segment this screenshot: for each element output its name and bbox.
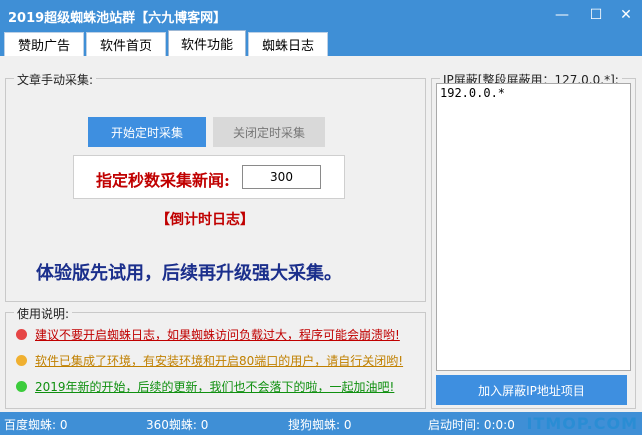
start-timed-collect-button[interactable]: 开始定时采集 (88, 117, 206, 147)
sogou-spider-count: 搜狗蜘蛛: 0 (288, 418, 352, 432)
minimize-icon: — (555, 7, 569, 23)
trial-notice: 体验版先试用，后续再升级强大采集。 (36, 263, 342, 284)
yellow-dot-icon (16, 354, 27, 366)
minimize-button[interactable]: — (546, 0, 578, 30)
interval-label: 指定秒数采集新闻: (96, 171, 230, 190)
maximize-button[interactable]: ☐ (580, 0, 612, 30)
usage-group: 使用说明: 建议不要开启蜘蛛日志，如果蜘蛛访问负载过大，程序可能会崩溃哟! 软件… (5, 305, 426, 409)
usage-line-2: 软件已集成了环境，有安装环境和开启80端口的用户，请自行关闭哟! (16, 351, 403, 369)
close-button[interactable]: ✕ (610, 0, 642, 30)
interval-box: 指定秒数采集新闻: 300 (73, 155, 345, 199)
red-dot-icon (16, 328, 27, 340)
360-spider-count: 360蜘蛛: 0 (146, 418, 209, 432)
tab-home[interactable]: 软件首页 (86, 32, 166, 56)
usage-text-3: 2019年新的开始，后续的更新，我们也不会落下的啦，一起加油吧! (35, 379, 395, 394)
tab-sponsor-ads[interactable]: 赞助广告 (4, 32, 84, 56)
stop-timed-collect-button[interactable]: 关闭定时采集 (213, 117, 325, 147)
usage-text-2: 软件已集成了环境，有安装环境和开启80端口的用户，请自行关闭哟! (35, 353, 404, 368)
collect-legend: 文章手动采集: (14, 71, 97, 88)
usage-line-1: 建议不要开启蜘蛛日志，如果蜘蛛访问负载过大，程序可能会崩溃哟! (16, 325, 400, 343)
ip-block-group: IP屏蔽[整段屏蔽用：127.0.0.*]: 192.0.0.* 加入屏蔽IP地… (431, 71, 636, 409)
watermark-logo: ITMOP.COM (526, 414, 638, 433)
countdown-log-label: 【倒计时日志】 (156, 212, 254, 228)
tab-spider-log[interactable]: 蜘蛛日志 (248, 32, 328, 56)
title-bar: 2019超级蜘蛛池站群【六九博客网】 — ☐ ✕ (0, 0, 642, 30)
tab-features[interactable]: 软件功能 (168, 30, 246, 56)
baidu-spider-count: 百度蜘蛛: 0 (4, 418, 68, 432)
window-title: 2019超级蜘蛛池站群【六九博客网】 (8, 11, 227, 26)
maximize-icon: ☐ (589, 7, 603, 23)
collect-group: 文章手动采集: 开始定时采集 关闭定时采集 指定秒数采集新闻: 300 【倒计时… (5, 71, 426, 302)
usage-line-3: 2019年新的开始，后续的更新，我们也不会落下的啦，一起加油吧! (16, 377, 394, 395)
content-area: 文章手动采集: 开始定时采集 关闭定时采集 指定秒数采集新闻: 300 【倒计时… (0, 56, 642, 412)
usage-legend: 使用说明: (14, 305, 73, 322)
close-icon: ✕ (620, 7, 632, 23)
ip-block-textarea[interactable]: 192.0.0.* (436, 83, 631, 371)
usage-text-1: 建议不要开启蜘蛛日志，如果蜘蛛访问负载过大，程序可能会崩溃哟! (35, 327, 400, 342)
tab-bar: 赞助广告 软件首页 软件功能 蜘蛛日志 (0, 30, 642, 56)
runtime-label: 启动时间: 0:0:0 (428, 418, 515, 432)
green-dot-icon (16, 380, 27, 392)
interval-input[interactable]: 300 (242, 165, 321, 189)
add-blocked-ip-button[interactable]: 加入屏蔽IP地址项目 (436, 375, 627, 405)
